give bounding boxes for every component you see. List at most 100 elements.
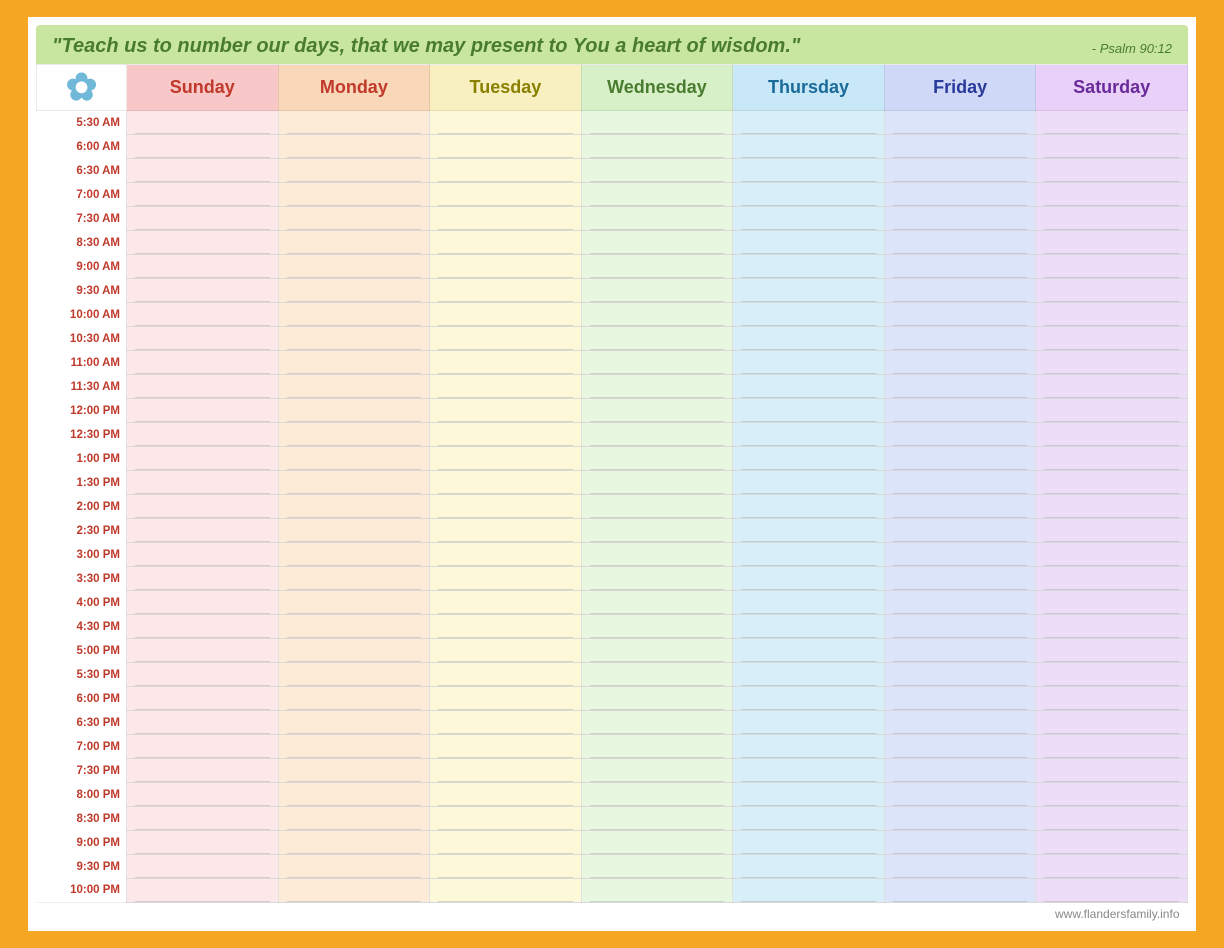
cell-monday[interactable]	[278, 255, 430, 279]
cell-friday[interactable]	[884, 375, 1036, 399]
cell-thursday[interactable]	[733, 207, 885, 231]
cell-sunday[interactable]	[127, 687, 279, 711]
cell-wednesday[interactable]	[581, 711, 733, 735]
cell-monday[interactable]	[278, 207, 430, 231]
cell-thursday[interactable]	[733, 519, 885, 543]
cell-tuesday[interactable]	[430, 279, 582, 303]
cell-thursday[interactable]	[733, 351, 885, 375]
cell-friday[interactable]	[884, 135, 1036, 159]
cell-thursday[interactable]	[733, 399, 885, 423]
cell-thursday[interactable]	[733, 183, 885, 207]
cell-sunday[interactable]	[127, 831, 279, 855]
cell-thursday[interactable]	[733, 303, 885, 327]
cell-saturday[interactable]	[1036, 399, 1188, 423]
cell-wednesday[interactable]	[581, 807, 733, 831]
cell-friday[interactable]	[884, 855, 1036, 879]
cell-saturday[interactable]	[1036, 687, 1188, 711]
cell-tuesday[interactable]	[430, 687, 582, 711]
cell-friday[interactable]	[884, 279, 1036, 303]
cell-thursday[interactable]	[733, 855, 885, 879]
cell-sunday[interactable]	[127, 711, 279, 735]
cell-sunday[interactable]	[127, 807, 279, 831]
cell-wednesday[interactable]	[581, 207, 733, 231]
cell-monday[interactable]	[278, 567, 430, 591]
cell-tuesday[interactable]	[430, 783, 582, 807]
cell-thursday[interactable]	[733, 591, 885, 615]
cell-wednesday[interactable]	[581, 759, 733, 783]
cell-friday[interactable]	[884, 255, 1036, 279]
cell-saturday[interactable]	[1036, 855, 1188, 879]
cell-saturday[interactable]	[1036, 135, 1188, 159]
cell-tuesday[interactable]	[430, 639, 582, 663]
cell-wednesday[interactable]	[581, 615, 733, 639]
cell-monday[interactable]	[278, 711, 430, 735]
cell-sunday[interactable]	[127, 135, 279, 159]
cell-thursday[interactable]	[733, 711, 885, 735]
cell-sunday[interactable]	[127, 639, 279, 663]
cell-monday[interactable]	[278, 135, 430, 159]
cell-thursday[interactable]	[733, 255, 885, 279]
cell-thursday[interactable]	[733, 735, 885, 759]
cell-monday[interactable]	[278, 615, 430, 639]
cell-monday[interactable]	[278, 783, 430, 807]
cell-sunday[interactable]	[127, 279, 279, 303]
cell-wednesday[interactable]	[581, 663, 733, 687]
cell-tuesday[interactable]	[430, 159, 582, 183]
cell-tuesday[interactable]	[430, 831, 582, 855]
cell-sunday[interactable]	[127, 495, 279, 519]
cell-friday[interactable]	[884, 735, 1036, 759]
cell-sunday[interactable]	[127, 447, 279, 471]
cell-thursday[interactable]	[733, 807, 885, 831]
cell-tuesday[interactable]	[430, 879, 582, 903]
cell-wednesday[interactable]	[581, 735, 733, 759]
cell-thursday[interactable]	[733, 375, 885, 399]
cell-sunday[interactable]	[127, 231, 279, 255]
cell-saturday[interactable]	[1036, 663, 1188, 687]
cell-saturday[interactable]	[1036, 183, 1188, 207]
cell-friday[interactable]	[884, 567, 1036, 591]
cell-saturday[interactable]	[1036, 567, 1188, 591]
cell-thursday[interactable]	[733, 495, 885, 519]
cell-sunday[interactable]	[127, 159, 279, 183]
cell-wednesday[interactable]	[581, 351, 733, 375]
cell-monday[interactable]	[278, 447, 430, 471]
cell-friday[interactable]	[884, 327, 1036, 351]
cell-saturday[interactable]	[1036, 735, 1188, 759]
cell-friday[interactable]	[884, 303, 1036, 327]
cell-sunday[interactable]	[127, 111, 279, 135]
cell-wednesday[interactable]	[581, 567, 733, 591]
cell-thursday[interactable]	[733, 543, 885, 567]
cell-sunday[interactable]	[127, 519, 279, 543]
cell-sunday[interactable]	[127, 543, 279, 567]
cell-monday[interactable]	[278, 519, 430, 543]
cell-tuesday[interactable]	[430, 471, 582, 495]
cell-friday[interactable]	[884, 663, 1036, 687]
cell-sunday[interactable]	[127, 783, 279, 807]
cell-monday[interactable]	[278, 327, 430, 351]
cell-tuesday[interactable]	[430, 303, 582, 327]
cell-sunday[interactable]	[127, 255, 279, 279]
cell-wednesday[interactable]	[581, 831, 733, 855]
cell-wednesday[interactable]	[581, 591, 733, 615]
cell-wednesday[interactable]	[581, 327, 733, 351]
cell-thursday[interactable]	[733, 783, 885, 807]
cell-sunday[interactable]	[127, 207, 279, 231]
cell-friday[interactable]	[884, 591, 1036, 615]
cell-tuesday[interactable]	[430, 759, 582, 783]
cell-saturday[interactable]	[1036, 759, 1188, 783]
cell-thursday[interactable]	[733, 759, 885, 783]
cell-thursday[interactable]	[733, 831, 885, 855]
cell-friday[interactable]	[884, 831, 1036, 855]
cell-wednesday[interactable]	[581, 375, 733, 399]
cell-saturday[interactable]	[1036, 111, 1188, 135]
cell-monday[interactable]	[278, 735, 430, 759]
cell-monday[interactable]	[278, 375, 430, 399]
cell-friday[interactable]	[884, 543, 1036, 567]
cell-wednesday[interactable]	[581, 399, 733, 423]
cell-friday[interactable]	[884, 711, 1036, 735]
cell-friday[interactable]	[884, 807, 1036, 831]
cell-friday[interactable]	[884, 423, 1036, 447]
cell-wednesday[interactable]	[581, 687, 733, 711]
cell-tuesday[interactable]	[430, 231, 582, 255]
cell-wednesday[interactable]	[581, 303, 733, 327]
